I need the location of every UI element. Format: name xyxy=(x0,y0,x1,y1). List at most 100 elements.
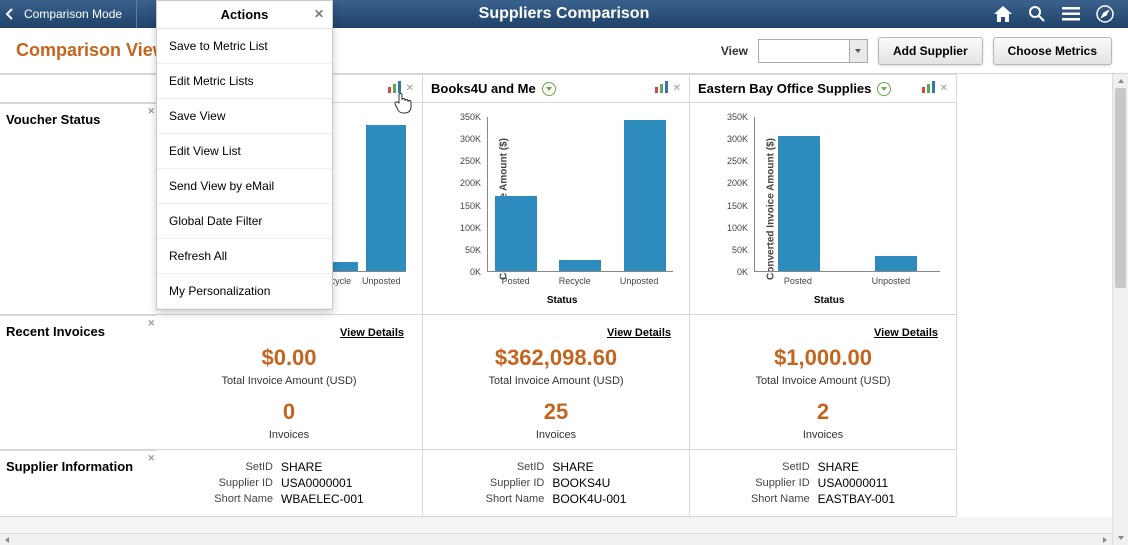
actions-menu: Actions ✕ Save to Metric ListEdit Metric… xyxy=(156,0,333,310)
supplierid-value: USA0000001 xyxy=(281,476,364,490)
chart-icon[interactable] xyxy=(388,81,402,96)
row-title: Supplier Information xyxy=(6,459,133,474)
page-title: Suppliers Comparison xyxy=(479,5,650,23)
actions-menu-header: Actions ✕ xyxy=(157,1,332,29)
view-details-link[interactable]: View Details xyxy=(164,323,414,339)
supplier-header: Eastern Bay Office Supplies ✕ xyxy=(690,74,957,103)
x-tick-label: Unposted xyxy=(620,276,659,286)
x-axis-label: Status xyxy=(814,295,845,306)
close-icon[interactable]: ✕ xyxy=(940,83,948,94)
invoice-amount: $1,000.00 xyxy=(698,345,948,371)
invoice-cell: View Details $362,098.60 Total Invoice A… xyxy=(423,315,690,450)
actions-menu-title: Actions xyxy=(221,7,269,22)
horizontal-scrollbar[interactable] xyxy=(0,533,1112,545)
chart-bar xyxy=(366,125,406,271)
close-icon[interactable]: ✕ xyxy=(147,106,155,117)
chart-plot xyxy=(487,117,673,272)
setid-value: SHARE xyxy=(281,460,364,474)
info-cell: SetIDSHARE Supplier IDUSA0000011 Short N… xyxy=(690,450,957,517)
setid-label: SetID xyxy=(214,460,279,474)
chevron-down-icon[interactable] xyxy=(849,40,867,62)
add-supplier-button[interactable]: Add Supplier xyxy=(878,37,983,65)
invoice-amount-label: Total Invoice Amount (USD) xyxy=(431,375,681,387)
actions-menu-item[interactable]: Edit View List xyxy=(157,134,332,169)
menu-icon[interactable] xyxy=(1058,0,1084,28)
actions-menu-item[interactable]: My Personalization xyxy=(157,274,332,309)
view-title-text: Comparison View xyxy=(16,40,167,61)
close-icon[interactable]: ✕ xyxy=(406,83,414,94)
supplierid-label: Supplier ID xyxy=(751,476,816,490)
back-button[interactable] xyxy=(0,0,20,28)
supplierid-value: BOOKS4U xyxy=(552,476,626,490)
invoice-cell: View Details $0.00 Total Invoice Amount … xyxy=(156,315,423,450)
actions-menu-item[interactable]: Edit Metric Lists xyxy=(157,64,332,99)
view-label: View xyxy=(721,44,748,58)
actions-menu-item[interactable]: Send View by eMail xyxy=(157,169,332,204)
shortname-label: Short Name xyxy=(486,492,551,506)
supplierid-label: Supplier ID xyxy=(486,476,551,490)
invoice-count: 0 xyxy=(164,399,414,425)
chart-cell: Converted Invoice Amount ($) 350K300K250… xyxy=(423,103,690,315)
x-tick-label: Recycle xyxy=(559,276,591,286)
row-header-recent-invoices: Recent Invoices ✕ xyxy=(0,315,156,450)
scroll-left-icon[interactable] xyxy=(0,534,14,545)
close-icon[interactable]: ✕ xyxy=(147,453,155,464)
setid-label: SetID xyxy=(486,460,551,474)
actions-menu-item[interactable]: Save View xyxy=(157,99,332,134)
chevron-down-icon[interactable] xyxy=(877,82,891,96)
supplierid-label: Supplier ID xyxy=(214,476,279,490)
scroll-right-icon[interactable] xyxy=(1098,534,1112,545)
chart-bar xyxy=(495,196,537,271)
vertical-scrollbar[interactable] xyxy=(1112,74,1128,545)
close-icon[interactable]: ✕ xyxy=(673,83,681,94)
row-header-supplier-info: Supplier Information ✕ xyxy=(0,450,156,517)
view-details-link[interactable]: View Details xyxy=(698,323,948,339)
row-title: Recent Invoices xyxy=(6,324,105,339)
close-icon[interactable]: ✕ xyxy=(314,7,324,21)
chart-bar xyxy=(875,256,917,272)
mode-label: Comparison Mode xyxy=(20,0,137,28)
supplier-name: Eastern Bay Office Supplies xyxy=(698,81,871,96)
row-title: Voucher Status xyxy=(6,112,100,127)
chevron-down-icon[interactable] xyxy=(542,82,556,96)
x-axis-label: Status xyxy=(547,295,578,306)
shortname-value: EASTBAY-001 xyxy=(818,492,895,506)
choose-metrics-button[interactable]: Choose Metrics xyxy=(993,37,1112,65)
setid-value: SHARE xyxy=(818,460,895,474)
chart-bar xyxy=(624,120,666,271)
scroll-up-icon[interactable] xyxy=(1113,74,1128,88)
invoice-count-label: Invoices xyxy=(698,429,948,441)
invoice-count-label: Invoices xyxy=(164,429,414,441)
invoice-amount-label: Total Invoice Amount (USD) xyxy=(698,375,948,387)
invoice-amount: $0.00 xyxy=(164,345,414,371)
chart-cell: Converted Invoice Amount ($) 350K300K250… xyxy=(690,103,957,315)
supplierid-value: USA0000011 xyxy=(818,476,895,490)
actions-menu-item[interactable]: Global Date Filter xyxy=(157,204,332,239)
view-select[interactable] xyxy=(758,39,868,63)
invoice-count: 2 xyxy=(698,399,948,425)
view-details-link[interactable]: View Details xyxy=(431,323,681,339)
chart-bar xyxy=(778,136,820,271)
info-cell: SetIDSHARE Supplier IDUSA0000001 Short N… xyxy=(156,450,423,517)
home-icon[interactable] xyxy=(990,0,1016,28)
actions-menu-item[interactable]: Save to Metric List xyxy=(157,29,332,64)
x-tick-label: Posted xyxy=(502,276,530,286)
compass-icon[interactable] xyxy=(1092,0,1118,28)
shortname-value: BOOK4U-001 xyxy=(552,492,626,506)
chart-icon[interactable] xyxy=(655,81,669,96)
chart-icon[interactable] xyxy=(922,81,936,96)
invoice-amount: $362,098.60 xyxy=(431,345,681,371)
shortname-value: WBAELEC-001 xyxy=(281,492,364,506)
actions-menu-item[interactable]: Refresh All xyxy=(157,239,332,274)
setid-value: SHARE xyxy=(552,460,626,474)
supplier-header: Books4U and Me ✕ xyxy=(423,74,690,103)
invoice-count: 25 xyxy=(431,399,681,425)
scroll-down-icon[interactable] xyxy=(1113,531,1128,545)
info-cell: SetIDSHARE Supplier IDBOOKS4U Short Name… xyxy=(423,450,690,517)
close-icon[interactable]: ✕ xyxy=(147,318,155,329)
search-icon[interactable] xyxy=(1024,0,1050,28)
chart-plot xyxy=(754,117,940,272)
setid-label: SetID xyxy=(751,460,816,474)
supplier-name: Books4U and Me xyxy=(431,81,536,96)
scroll-thumb[interactable] xyxy=(1115,88,1126,288)
